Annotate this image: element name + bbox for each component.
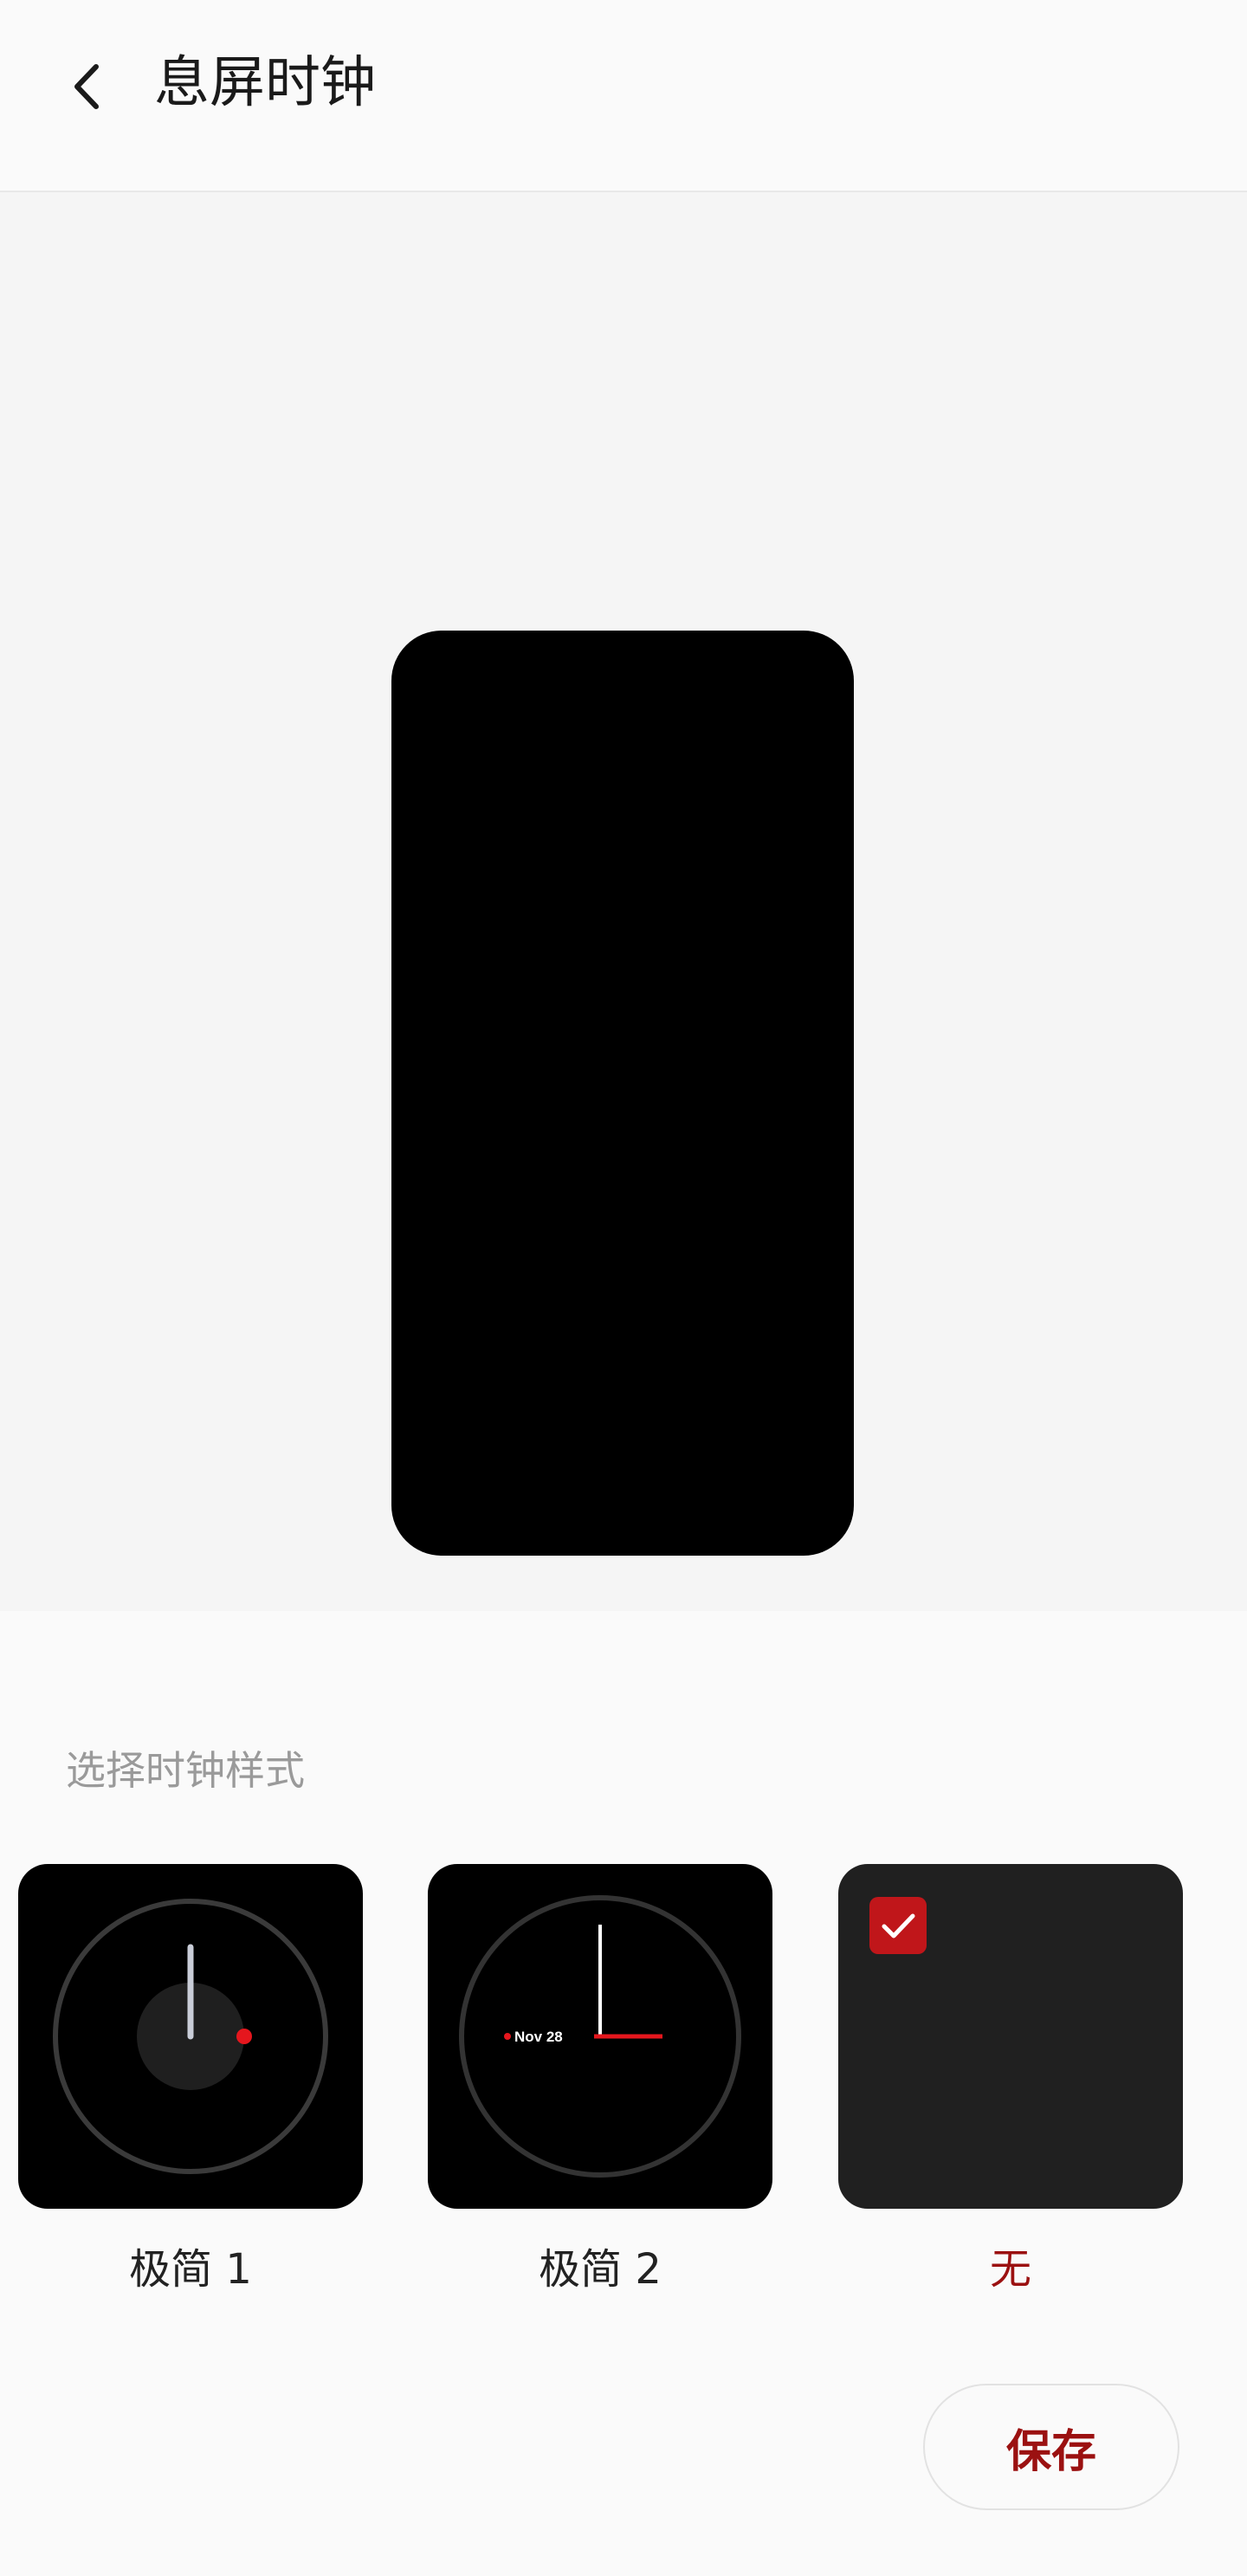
date-label: Nov 28 bbox=[514, 2029, 563, 2045]
clock-style-card-none[interactable] bbox=[838, 1864, 1183, 2209]
save-button[interactable]: 保存 bbox=[923, 2384, 1179, 2510]
minimal-clock-2-thumbnail: Nov 28 bbox=[459, 1895, 741, 2178]
back-button[interactable] bbox=[52, 43, 121, 130]
phone-preview bbox=[391, 631, 854, 1556]
clock-style-label-none: 无 bbox=[989, 2245, 1031, 2294]
page-title: 息屏时钟 bbox=[154, 51, 376, 115]
clock-style-label-minimal-2: 极简 2 bbox=[539, 2245, 662, 2294]
clock-style-label-minimal-1: 极简 1 bbox=[129, 2245, 252, 2294]
clock-style-card-minimal-1[interactable] bbox=[18, 1864, 363, 2209]
section-label: 选择时钟样式 bbox=[66, 1747, 305, 1794]
checkmark-icon bbox=[882, 1913, 915, 1938]
app-header: 息屏时钟 bbox=[0, 0, 1247, 192]
clock-style-card-minimal-2[interactable]: Nov 28 bbox=[428, 1864, 772, 2209]
minimal-clock-1-thumbnail bbox=[53, 1899, 328, 2174]
selected-check-badge bbox=[869, 1897, 927, 1954]
preview-area bbox=[0, 192, 1247, 1611]
chevron-left-icon bbox=[74, 64, 99, 109]
